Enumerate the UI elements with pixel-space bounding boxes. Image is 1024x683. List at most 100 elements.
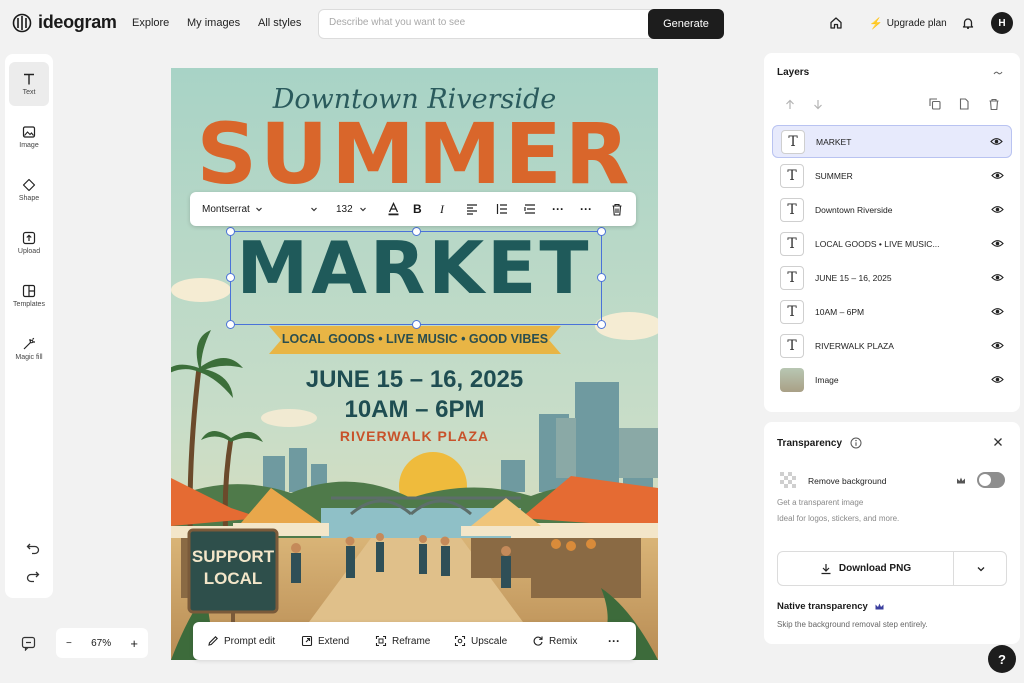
bold-button[interactable]: B (413, 192, 422, 226)
download-options-button[interactable] (955, 552, 1007, 585)
delete-button[interactable] (611, 192, 623, 226)
text-layer-icon: T (780, 333, 804, 358)
eye-icon[interactable] (991, 237, 1004, 250)
copy-icon[interactable] (958, 98, 970, 110)
native-transparency-desc: Skip the background removal step entirel… (777, 620, 928, 629)
chevron-down-icon (359, 207, 366, 212)
font-weight-select[interactable] (310, 192, 318, 226)
move-up-icon[interactable] (785, 99, 795, 110)
upscale-button[interactable]: Upscale (454, 622, 507, 660)
resize-handle-tm[interactable] (412, 227, 421, 236)
resize-handle-bm[interactable] (412, 320, 421, 329)
layer-row[interactable]: T LOCAL GOODS • LIVE MUSIC... (772, 227, 1012, 260)
upscale-label: Upscale (471, 635, 508, 647)
selection-box[interactable] (226, 227, 606, 329)
zoom-out-button[interactable]: − (66, 638, 72, 649)
bolt-icon: ⚡ (869, 18, 883, 30)
avatar[interactable]: H (991, 12, 1013, 34)
nav-explore[interactable]: Explore (132, 17, 169, 29)
poster-support-sign[interactable]: SUPPORT LOCAL (189, 546, 277, 590)
tool-text[interactable]: Text (9, 62, 49, 106)
italic-button[interactable]: I (440, 192, 444, 226)
poster-hours[interactable]: 10AM – 6PM (171, 396, 658, 424)
layer-row[interactable]: Image (772, 363, 1012, 396)
resize-handle-br[interactable] (597, 320, 606, 329)
layer-row[interactable]: T 10AM – 6PM (772, 295, 1012, 328)
upload-icon (22, 231, 36, 245)
poster-dates[interactable]: JUNE 15 – 16, 2025 (171, 366, 658, 394)
eye-icon[interactable] (991, 339, 1004, 352)
prompt-input[interactable] (329, 17, 639, 28)
magic-fill-icon (23, 337, 35, 350)
layer-row[interactable]: T RIVERWALK PLAZA (772, 329, 1012, 362)
redo-icon[interactable] (25, 568, 41, 584)
download-png-button[interactable]: Download PNG (778, 552, 954, 585)
remove-background-toggle[interactable] (977, 472, 1005, 488)
resize-handle-tl[interactable] (226, 227, 235, 236)
remix-button[interactable]: Remix (532, 622, 577, 660)
move-down-icon[interactable] (813, 99, 823, 110)
layer-name: LOCAL GOODS • LIVE MUSIC... (815, 238, 940, 249)
duplicate-icon[interactable] (929, 98, 941, 110)
layer-name: SUMMER (815, 170, 853, 181)
font-size-select[interactable]: 132 (336, 192, 367, 226)
font-family-select[interactable]: Montserrat (202, 192, 263, 226)
layer-row[interactable]: T Downtown Riverside (772, 193, 1012, 226)
tool-shape[interactable]: Shape (9, 168, 49, 212)
overflow-menu-button[interactable]: ··· (580, 192, 592, 226)
eye-icon[interactable] (990, 135, 1003, 148)
eye-icon[interactable] (991, 373, 1004, 386)
poster-title-summer[interactable]: SUMMER (171, 112, 658, 190)
resize-handle-ml[interactable] (226, 273, 235, 282)
upgrade-plan-button[interactable]: ⚡ Upgrade plan (869, 17, 947, 30)
layer-row[interactable]: T SUMMER (772, 159, 1012, 192)
download-png-label: Download PNG (838, 563, 912, 574)
extend-button[interactable]: Extend (301, 622, 349, 660)
nav-my-images[interactable]: My images (187, 17, 240, 29)
close-icon[interactable] (993, 437, 1003, 447)
trash-icon[interactable] (988, 98, 1000, 110)
help-button[interactable]: ? (988, 645, 1016, 673)
eye-icon[interactable] (991, 169, 1004, 182)
ellipsis-icon: ··· (580, 202, 592, 216)
text-color-button[interactable] (387, 192, 400, 226)
more-options-button[interactable]: ··· (552, 192, 564, 226)
feedback-icon[interactable] (21, 636, 36, 651)
transparency-panel: Transparency Remove background Get a tra… (764, 422, 1020, 644)
layer-row[interactable]: T JUNE 15 – 16, 2025 (772, 261, 1012, 294)
prompt-edit-button[interactable]: Prompt edit (207, 622, 275, 660)
eye-icon[interactable] (991, 271, 1004, 284)
resize-handle-bl[interactable] (226, 320, 235, 329)
poster-banner[interactable]: LOCAL GOODS • LIVE MUSIC • GOOD VIBES (269, 332, 561, 346)
eye-icon[interactable] (991, 305, 1004, 318)
resize-handle-tr[interactable] (597, 227, 606, 236)
logo[interactable]: ideogram (12, 12, 117, 33)
canvas-poster[interactable]: Downtown Riverside SUMMER MARKET LOCAL G… (171, 68, 658, 660)
nav-all-styles[interactable]: All styles (258, 17, 301, 29)
line-spacing-button[interactable] (496, 192, 508, 226)
undo-icon[interactable] (25, 540, 41, 556)
info-icon[interactable] (850, 437, 862, 449)
layer-row[interactable]: T MARKET (772, 125, 1012, 158)
home-icon[interactable] (828, 15, 844, 31)
ideogram-logo-icon (12, 13, 32, 32)
align-left-button[interactable] (466, 192, 478, 226)
tool-templates[interactable]: Templates (9, 274, 49, 318)
letter-spacing-button[interactable] (524, 192, 536, 226)
layer-name: Downtown Riverside (815, 204, 893, 215)
poster-place[interactable]: RIVERWALK PLAZA (171, 428, 658, 444)
layer-name: 10AM – 6PM (815, 306, 865, 317)
collapse-icon[interactable] (993, 69, 1003, 77)
resize-handle-mr[interactable] (597, 273, 606, 282)
tool-upload[interactable]: Upload (9, 221, 49, 265)
zoom-in-button[interactable]: + (130, 636, 138, 651)
tool-image[interactable]: Image (9, 115, 49, 159)
eye-icon[interactable] (991, 203, 1004, 216)
poster-script-headline[interactable]: Downtown Riverside (171, 84, 658, 115)
image-layer-thumbnail (780, 367, 804, 392)
more-actions-button[interactable]: ··· (608, 622, 620, 660)
reframe-button[interactable]: Reframe (375, 622, 430, 660)
tool-magic-fill[interactable]: Magic fill (9, 327, 49, 371)
generate-button[interactable]: Generate (648, 9, 724, 39)
bell-icon[interactable] (960, 15, 976, 31)
